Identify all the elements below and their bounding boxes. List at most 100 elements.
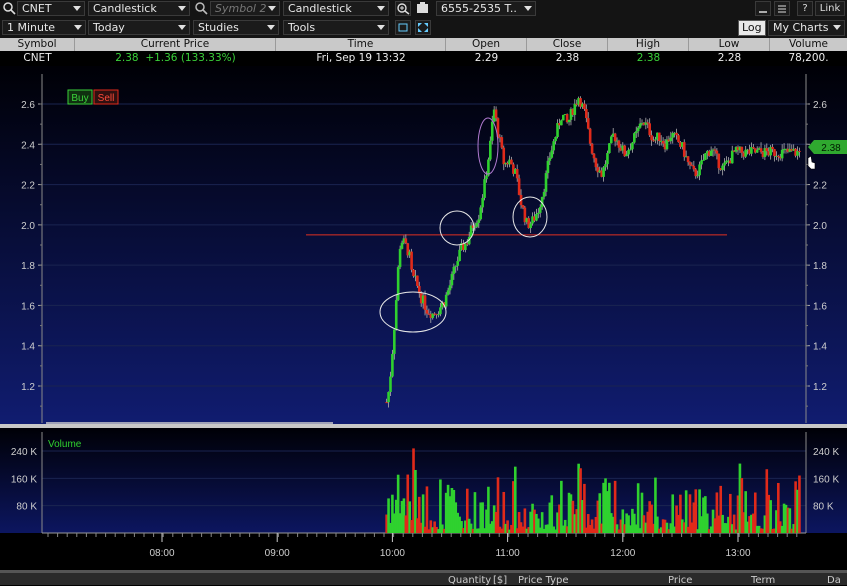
candle-body: [633, 133, 636, 143]
volume-bar: [694, 489, 698, 533]
candle-body: [771, 146, 774, 150]
candle-body: [393, 329, 396, 354]
link-button[interactable]: Link: [815, 1, 845, 16]
zoom-icon[interactable]: [395, 1, 411, 16]
candle-body: [692, 165, 696, 170]
candle-body: [385, 402, 388, 404]
volume-tick-label: 240 K: [813, 447, 839, 458]
price-tick-label: 1.6: [21, 301, 35, 312]
candle-body: [723, 162, 726, 166]
candle-body: [448, 285, 452, 291]
candle-body: [412, 269, 415, 277]
candle-body: [554, 137, 557, 142]
candle-body: [489, 140, 492, 160]
order-price-type-label: Price Type: [518, 575, 569, 586]
candle-body: [490, 121, 494, 141]
expand-icon[interactable]: [415, 20, 431, 35]
sell-button[interactable]: Sell: [93, 89, 119, 105]
candle-body: [585, 109, 588, 119]
search-icon[interactable]: [193, 1, 209, 16]
price-panel: [0, 66, 847, 424]
candle-body: [634, 131, 638, 134]
candle-body: [537, 212, 540, 215]
candle-body: [567, 119, 571, 123]
candle-body: [396, 267, 400, 301]
candle-body: [730, 150, 734, 164]
search-icon[interactable]: [1, 1, 17, 16]
candle-body: [625, 154, 628, 157]
buy-button[interactable]: Buy: [67, 89, 93, 105]
price-tick-label: 2.6: [21, 100, 35, 111]
candle-body: [416, 275, 419, 286]
candle-body: [456, 261, 459, 266]
chevron-down-icon: [377, 25, 385, 30]
price-tick-label: 1.6: [813, 301, 827, 312]
chart-type2-select[interactable]: Candlestick: [283, 1, 389, 16]
volume-tick-label: 80 K: [813, 502, 834, 513]
candle-body: [694, 169, 698, 177]
candle-body: [704, 153, 707, 160]
account-select[interactable]: 6555-2535 T..: [436, 1, 536, 16]
order-quantity-label: Quantity: [448, 575, 492, 586]
candle-body: [690, 164, 694, 166]
range-select[interactable]: Today: [88, 20, 190, 35]
candle-body: [479, 207, 483, 220]
quote-symbol: CNET: [0, 51, 75, 65]
candle-body: [450, 273, 454, 286]
candle-body: [717, 153, 721, 169]
candle-body: [475, 222, 479, 227]
chevron-down-icon: [268, 6, 276, 11]
volume-tick-label: 160 K: [813, 474, 839, 485]
my-charts-select[interactable]: My Charts: [768, 20, 845, 36]
candle-body: [631, 142, 634, 150]
candle-body: [423, 295, 427, 310]
price-tick-label: 2.0: [21, 221, 35, 232]
studies-select[interactable]: Studies: [193, 20, 279, 35]
candle-body: [721, 165, 724, 171]
candle-body: [696, 175, 699, 177]
volume-label: Volume: [48, 439, 82, 450]
candle-body: [759, 148, 763, 153]
candle-body: [561, 114, 565, 121]
volume-bar: [513, 466, 517, 533]
minimize-icon[interactable]: [755, 1, 771, 16]
fit-icon[interactable]: [395, 20, 411, 35]
symbol2-input[interactable]: Symbol 2: [210, 1, 280, 16]
candle-body: [682, 142, 686, 157]
chevron-down-icon: [377, 6, 385, 11]
log-button[interactable]: Log: [738, 20, 766, 36]
candle-body: [546, 160, 550, 174]
interval-select[interactable]: 1 Minute: [2, 20, 86, 35]
panel-divider[interactable]: [0, 424, 847, 428]
price-tick-label: 1.2: [813, 382, 827, 393]
chart-type-select[interactable]: Candlestick: [88, 1, 190, 16]
candle-body: [669, 137, 673, 142]
price-tick-label: 1.8: [813, 261, 827, 272]
candle-body: [500, 137, 504, 148]
symbol-input[interactable]: CNET: [17, 1, 85, 16]
candle-body: [452, 266, 456, 274]
candle-body: [798, 150, 801, 152]
candle-body: [389, 376, 392, 392]
tools-select[interactable]: Tools: [283, 20, 389, 35]
volume-bar: [496, 477, 500, 533]
volume-tick-label: 240 K: [11, 447, 37, 458]
trade-icon[interactable]: [415, 1, 431, 16]
candle-body: [755, 149, 759, 153]
candle-body: [521, 205, 525, 208]
volume-bar: [684, 490, 688, 533]
order-term-label: Term: [751, 575, 776, 586]
chevron-down-icon: [267, 25, 275, 30]
candle-body: [609, 136, 613, 144]
menu-icon[interactable]: [774, 1, 790, 16]
chevron-down-icon: [73, 6, 81, 11]
header-current-price: Current Price: [75, 38, 276, 51]
volume-bar: [798, 475, 801, 533]
volume-tick-label: 160 K: [11, 474, 37, 485]
chevron-down-icon: [74, 25, 82, 30]
price-chart[interactable]: 1.2 1.4 1.6 1.8 2.0 2.2 2.4 2.6 1.2 1.4 1.6 1.8 2.0…: [0, 66, 847, 570]
time-axis: 08:00 09:00 10:00 11:00 12:00 13:00: [42, 532, 806, 559]
candle-body: [648, 123, 651, 136]
quote-open: 2.29: [446, 51, 527, 65]
help-button[interactable]: ?: [797, 1, 813, 16]
